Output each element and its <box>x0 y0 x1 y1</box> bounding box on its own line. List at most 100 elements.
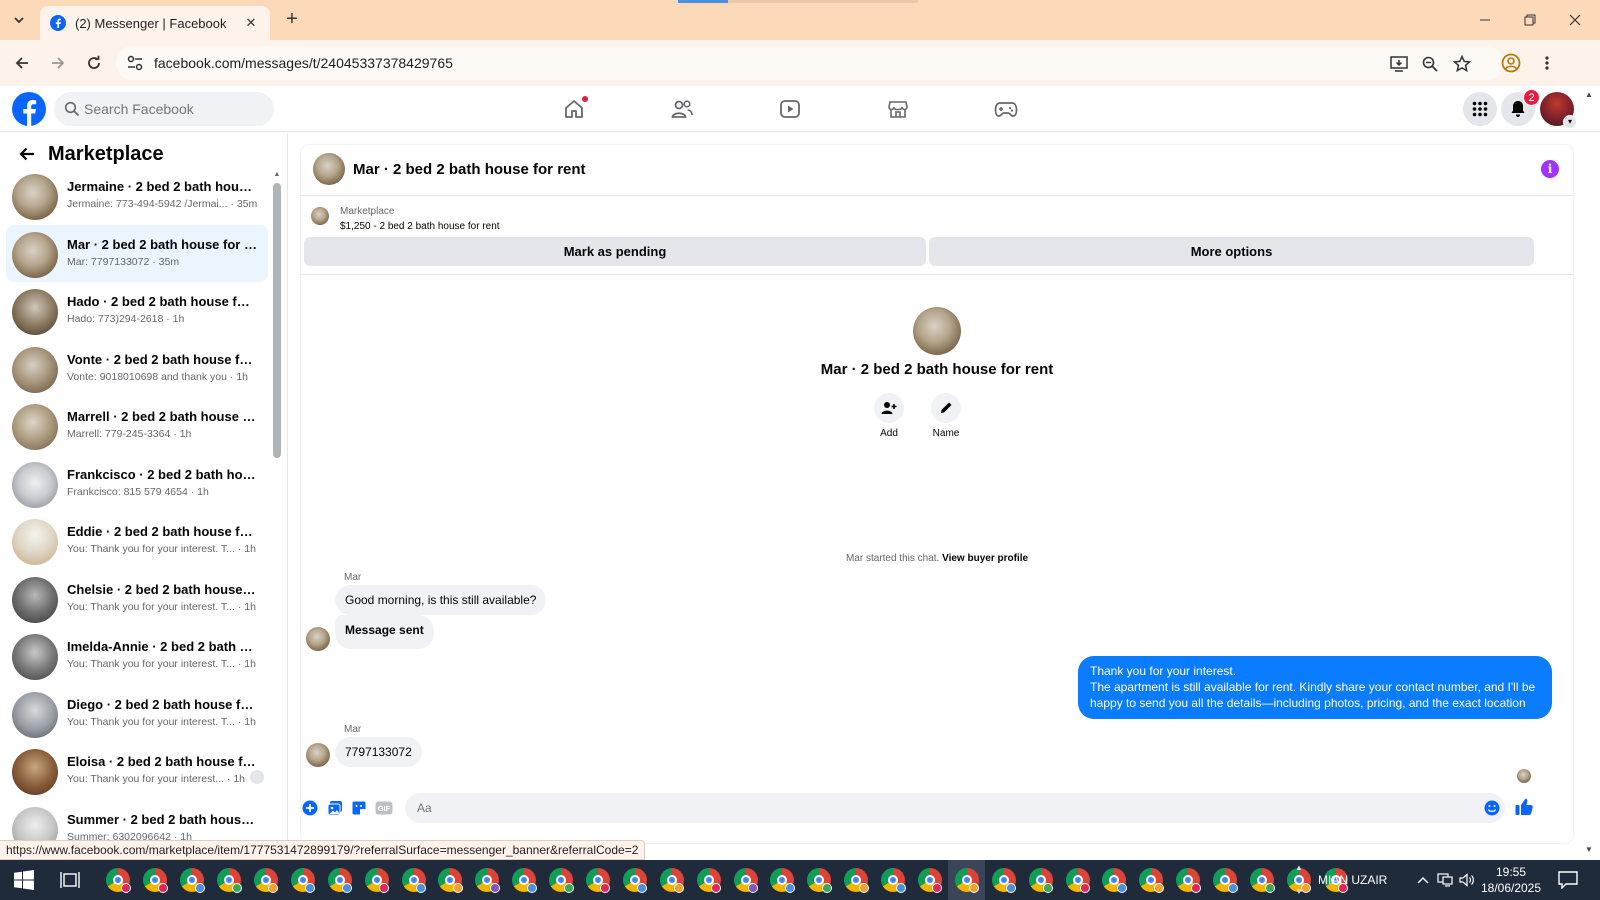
windows-start-icon[interactable] <box>14 870 34 890</box>
taskbar-chrome-window[interactable] <box>100 860 137 900</box>
marketplace-nav-icon[interactable] <box>882 94 914 124</box>
forward-icon[interactable] <box>46 51 70 75</box>
tab-search-icon[interactable] <box>8 9 30 31</box>
search-input[interactable] <box>84 92 264 126</box>
page-scroll-down-icon[interactable]: ▼ <box>1585 845 1593 854</box>
taskbar-user[interactable]: MIAN UZAIR <box>1318 873 1387 887</box>
restore-icon[interactable] <box>1517 8 1543 32</box>
taskbar-chrome-window[interactable] <box>1133 860 1170 900</box>
taskbar-chrome-window[interactable] <box>395 860 432 900</box>
taskbar-chrome-window[interactable] <box>985 860 1022 900</box>
edit-name-button[interactable]: Name <box>926 393 966 439</box>
facebook-logo-icon[interactable] <box>12 92 46 126</box>
photo-icon[interactable] <box>326 799 344 817</box>
taskbar-chrome-window[interactable] <box>764 860 801 900</box>
account-avatar[interactable]: ▾ <box>1540 92 1577 129</box>
tab-close-icon[interactable]: ✕ <box>242 15 260 31</box>
conversation-item[interactable]: Frankcisco · 2 bed 2 bath house for rent… <box>6 455 268 513</box>
conversation-item[interactable]: Summer · 2 bed 2 bath house for rentSumm… <box>6 800 268 843</box>
taskbar-chrome-window[interactable] <box>653 860 690 900</box>
back-arrow-icon[interactable] <box>14 141 40 167</box>
taskbar-clock[interactable]: 19:55 18/06/2025 <box>1478 864 1544 896</box>
taskbar-chrome-window[interactable] <box>1244 860 1281 900</box>
taskbar-chrome-window[interactable] <box>432 860 469 900</box>
sender-avatar[interactable] <box>306 627 330 651</box>
taskbar-chrome-window[interactable] <box>838 860 875 900</box>
taskbar-chrome-window[interactable] <box>1096 860 1133 900</box>
taskbar-chrome-window[interactable] <box>321 860 358 900</box>
profile-icon[interactable] <box>1499 51 1523 75</box>
taskbar-chrome-window[interactable] <box>580 860 617 900</box>
close-window-icon[interactable] <box>1562 8 1588 32</box>
conversation-item[interactable]: Hado · 2 bed 2 bath house for rent Hado: … <box>6 282 268 340</box>
taskbar-chrome-window[interactable] <box>801 860 838 900</box>
listing-price-title[interactable]: $1,250 - 2 bed 2 bath house for rent <box>340 221 500 232</box>
site-info-icon[interactable] <box>126 54 144 72</box>
task-view-icon[interactable] <box>60 871 80 889</box>
taskbar-chrome-window[interactable] <box>1207 860 1244 900</box>
incoming-message[interactable]: Message sent <box>335 615 434 649</box>
video-nav-icon[interactable] <box>774 94 806 124</box>
listing-thumbnail[interactable] <box>311 207 329 225</box>
taskbar-chrome-window[interactable] <box>912 860 949 900</box>
conversation-item[interactable]: Vonte · 2 bed 2 bath house for rent Vonte… <box>6 340 268 398</box>
bookmark-star-icon[interactable] <box>1451 53 1473 75</box>
volume-icon[interactable] <box>1459 872 1475 888</box>
taskbar-chrome-window[interactable] <box>1022 860 1059 900</box>
taskbar-chrome-window[interactable] <box>211 860 248 900</box>
conversation-item[interactable]: Chelsie · 2 bed 2 bath house for rent You… <box>6 570 268 628</box>
home-nav-icon[interactable] <box>558 94 590 124</box>
message-input[interactable] <box>405 793 1505 823</box>
conversation-item[interactable]: Marrell · 2 bed 2 bath house for rent Mar… <box>6 397 268 455</box>
back-icon[interactable] <box>10 51 34 75</box>
taskbar-chrome-window[interactable] <box>284 860 321 900</box>
browser-menu-icon[interactable] <box>1535 51 1559 75</box>
gif-icon[interactable]: GIF <box>375 799 393 817</box>
conversation-item[interactable]: Eddie · 2 bed 2 bath house for rent You: … <box>6 512 268 570</box>
plus-circle-icon[interactable] <box>301 799 319 817</box>
taskbar-chrome-window[interactable] <box>137 860 174 900</box>
taskbar-chrome-window[interactable] <box>690 860 727 900</box>
incoming-message[interactable]: Good morning, is this still available? <box>335 585 547 615</box>
taskbar-chrome-window[interactable] <box>616 860 653 900</box>
facebook-search[interactable] <box>54 92 274 126</box>
emoji-icon[interactable] <box>1483 799 1501 817</box>
page-scroll-up-icon[interactable]: ▲ <box>1585 90 1593 99</box>
sticker-icon[interactable] <box>350 799 368 817</box>
mark-as-pending-button[interactable]: Mark as pending <box>304 237 926 266</box>
taskbar-chrome-window[interactable] <box>1170 860 1207 900</box>
network-icon[interactable] <box>1437 872 1453 888</box>
conversation-item[interactable]: Imelda-Annie · 2 bed 2 bath house for re… <box>6 627 268 685</box>
taskbar-chrome-window[interactable] <box>948 860 986 900</box>
more-options-button[interactable]: More options <box>929 237 1534 266</box>
taskbar-chrome-window[interactable] <box>1059 860 1096 900</box>
conversation-item[interactable]: Diego · 2 bed 2 bath house for rent You: … <box>6 685 268 743</box>
show-hidden-icons-chevron-up-icon[interactable] <box>1415 872 1431 888</box>
install-app-icon[interactable] <box>1388 53 1410 75</box>
zoom-icon[interactable] <box>1419 53 1441 75</box>
friends-nav-icon[interactable] <box>666 94 698 124</box>
taskbar-chrome-window[interactable] <box>174 860 211 900</box>
browser-tab-messenger[interactable]: (2) Messenger | Facebook ✕ <box>40 6 270 40</box>
taskbar-scroll[interactable]: ▲ ▼ <box>1293 862 1305 898</box>
conversation-item[interactable]: Jermaine · 2 bed 2 bath house for rent Je… <box>6 167 268 225</box>
add-people-button[interactable]: Add <box>869 393 909 439</box>
taskbar-chrome-window[interactable] <box>469 860 506 900</box>
new-tab-button[interactable]: + <box>280 8 304 32</box>
gaming-nav-icon[interactable] <box>990 94 1022 124</box>
thumbs-up-icon[interactable] <box>1514 797 1534 817</box>
scroll-up-icon[interactable]: ▲ <box>273 171 281 179</box>
taskbar-chrome-window[interactable] <box>248 860 285 900</box>
chat-title[interactable]: Mar · 2 bed 2 bath house for rent <box>353 161 586 178</box>
menu-grid-icon[interactable] <box>1463 92 1497 126</box>
taskbar-chrome-window[interactable] <box>358 860 395 900</box>
info-icon[interactable]: i <box>1541 160 1559 178</box>
chat-avatar[interactable] <box>313 153 345 185</box>
taskbar-chrome-window[interactable] <box>727 860 764 900</box>
taskbar-chrome-window[interactable] <box>875 860 912 900</box>
minimize-icon[interactable] <box>1472 8 1498 32</box>
conversation-item[interactable]: Eloisa · 2 bed 2 bath house for rent You:… <box>6 742 268 800</box>
taskbar-chrome-window[interactable] <box>506 860 543 900</box>
view-buyer-profile-link[interactable]: View buyer profile <box>942 553 1028 564</box>
url-text[interactable]: facebook.com/messages/t/2404533737842976… <box>154 55 453 71</box>
